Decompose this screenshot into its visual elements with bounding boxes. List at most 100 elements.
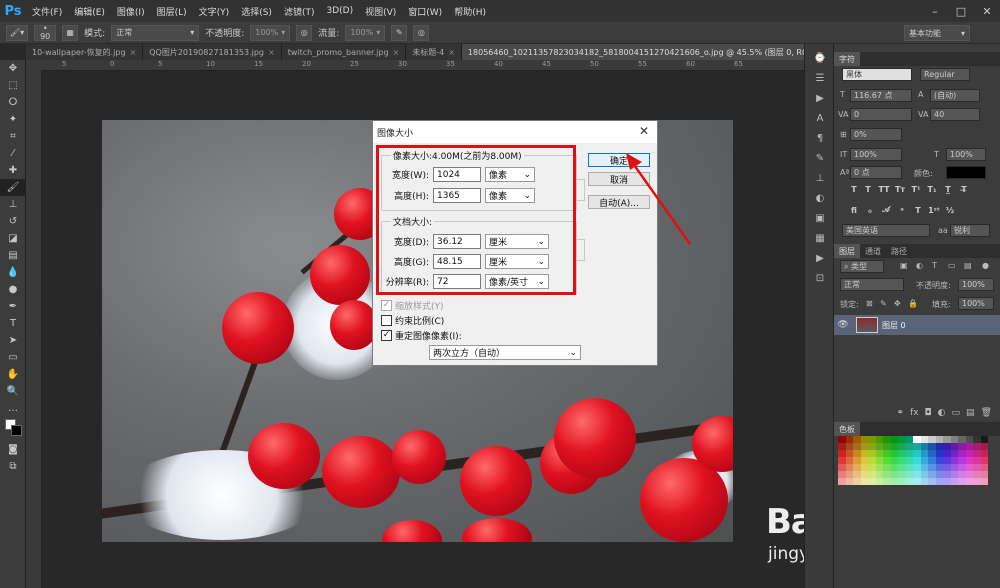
color-swatch[interactable]: [965, 443, 973, 450]
color-swatch[interactable]: [853, 457, 861, 464]
color-swatch[interactable]: [973, 450, 981, 457]
faux-bold-icon[interactable]: T: [848, 183, 860, 195]
color-swatch[interactable]: [920, 457, 928, 464]
filter-pixel-icon[interactable]: ▣: [900, 261, 908, 270]
color-swatch[interactable]: [950, 478, 958, 485]
color-swatch[interactable]: [928, 464, 936, 471]
layer-comps-icon[interactable]: ▣: [805, 208, 835, 228]
color-swatch[interactable]: [958, 464, 966, 471]
color-swatch[interactable]: [890, 450, 898, 457]
blend-mode-select[interactable]: 正常: [840, 278, 904, 291]
filter-toggle-icon[interactable]: ●: [982, 261, 989, 270]
color-swatch[interactable]: [905, 471, 913, 478]
color-swatch[interactable]: [860, 478, 868, 485]
color-swatch[interactable]: [875, 450, 883, 457]
color-swatch[interactable]: [868, 471, 876, 478]
history-brush-icon[interactable]: ↺: [0, 213, 26, 230]
tab-layers[interactable]: 图层: [834, 244, 860, 258]
color-swatch[interactable]: [950, 471, 958, 478]
color-swatch[interactable]: [980, 478, 988, 485]
path-selection-icon[interactable]: ➤: [0, 332, 26, 349]
color-swatch[interactable]: [950, 436, 958, 443]
color-swatch[interactable]: [928, 478, 936, 485]
layer-filter-kind[interactable]: ⌕ 类型: [840, 260, 884, 273]
color-swatch[interactable]: [875, 464, 883, 471]
menu-3d[interactable]: 3D(D): [320, 6, 359, 16]
menu-image[interactable]: 图像(I): [111, 5, 151, 18]
menu-help[interactable]: 帮助(H): [448, 5, 492, 18]
color-swatch[interactable]: [913, 457, 921, 464]
color-swatch[interactable]: [935, 436, 943, 443]
strikethrough-icon[interactable]: T̶: [958, 183, 970, 195]
color-swatch[interactable]: [905, 464, 913, 471]
color-swatch[interactable]: [913, 450, 921, 457]
close-icon[interactable]: ✕: [639, 124, 649, 138]
menu-layer[interactable]: 图层(L): [151, 5, 193, 18]
color-swatch[interactable]: [860, 443, 868, 450]
color-swatch[interactable]: [935, 457, 943, 464]
color-swatch[interactable]: [913, 443, 921, 450]
color-swatch[interactable]: [965, 478, 973, 485]
close-icon[interactable]: ×: [393, 48, 400, 57]
color-swatch[interactable]: [920, 443, 928, 450]
fractions-icon[interactable]: ½: [944, 204, 956, 216]
font-size-field[interactable]: 116.67 点: [850, 89, 912, 102]
color-swatch[interactable]: [838, 464, 846, 471]
language-select[interactable]: 美国英语: [842, 224, 930, 237]
color-swatch[interactable]: [920, 464, 928, 471]
color-swatch[interactable]: [845, 436, 853, 443]
color-swatch[interactable]: [845, 471, 853, 478]
font-family-field[interactable]: 黑体: [842, 68, 912, 81]
baseline-shift-field[interactable]: 0 点: [850, 166, 902, 179]
color-swatch[interactable]: [920, 478, 928, 485]
minimize-icon[interactable]: –: [922, 0, 948, 22]
filter-smart-icon[interactable]: ▤: [964, 261, 972, 270]
color-swatch[interactable]: [898, 436, 906, 443]
filter-type-icon[interactable]: T: [932, 261, 937, 270]
menu-window[interactable]: 窗口(W): [402, 5, 448, 18]
color-swatch[interactable]: [973, 471, 981, 478]
color-swatch[interactable]: [898, 478, 906, 485]
brush-tool-icon[interactable]: 🖌: [0, 179, 26, 196]
color-swatch[interactable]: [965, 450, 973, 457]
magic-wand-icon[interactable]: ✦: [0, 111, 26, 128]
color-swatch[interactable]: [958, 443, 966, 450]
text-color-swatch[interactable]: [946, 166, 986, 179]
color-swatch[interactable]: [868, 450, 876, 457]
color-swatch[interactable]: [845, 457, 853, 464]
alternates-icon[interactable]: ᵃ: [896, 204, 908, 216]
document-tab[interactable]: twitch_promo_banner.jpg ×: [281, 44, 407, 60]
document-tab[interactable]: QQ图片20190827181353.jpg ×: [143, 44, 282, 60]
document-tab[interactable]: 10-wallpaper-恢复的.jpg ×: [26, 44, 144, 60]
color-swatch[interactable]: [875, 471, 883, 478]
zoom-tool-icon[interactable]: 🔍: [0, 383, 26, 400]
brush-presets-icon[interactable]: ✎: [805, 148, 835, 168]
tab-channels[interactable]: 通道: [860, 244, 886, 258]
properties-icon[interactable]: ☰: [805, 68, 835, 88]
color-swatch[interactable]: [853, 478, 861, 485]
color-swatch[interactable]: [853, 464, 861, 471]
color-swatch[interactable]: [950, 443, 958, 450]
vertical-scale-field[interactable]: 100%: [850, 148, 902, 161]
color-swatch[interactable]: [890, 443, 898, 450]
color-swatch[interactable]: [868, 457, 876, 464]
underline-icon[interactable]: T̲: [942, 183, 954, 195]
color-swatch[interactable]: [980, 436, 988, 443]
color-swatch[interactable]: [868, 443, 876, 450]
color-swatch[interactable]: [860, 464, 868, 471]
cancel-button[interactable]: 取消: [588, 172, 650, 186]
font-style-field[interactable]: Regular: [920, 68, 970, 81]
color-swatch[interactable]: [875, 443, 883, 450]
color-swatch[interactable]: [958, 457, 966, 464]
color-swatch[interactable]: [935, 464, 943, 471]
color-swatch[interactable]: [890, 471, 898, 478]
color-swatch[interactable]: [905, 478, 913, 485]
tracking-field[interactable]: 40: [930, 108, 980, 121]
color-swatch[interactable]: [958, 436, 966, 443]
type-tool-icon[interactable]: T: [0, 315, 26, 332]
lock-all-icon[interactable]: 🔒: [908, 299, 918, 308]
color-swatch[interactable]: [883, 471, 891, 478]
lock-pixels-icon[interactable]: ✎: [880, 299, 887, 308]
actions-icon[interactable]: ▶: [805, 88, 835, 108]
brush-size-picker[interactable]: • 90: [34, 24, 57, 41]
